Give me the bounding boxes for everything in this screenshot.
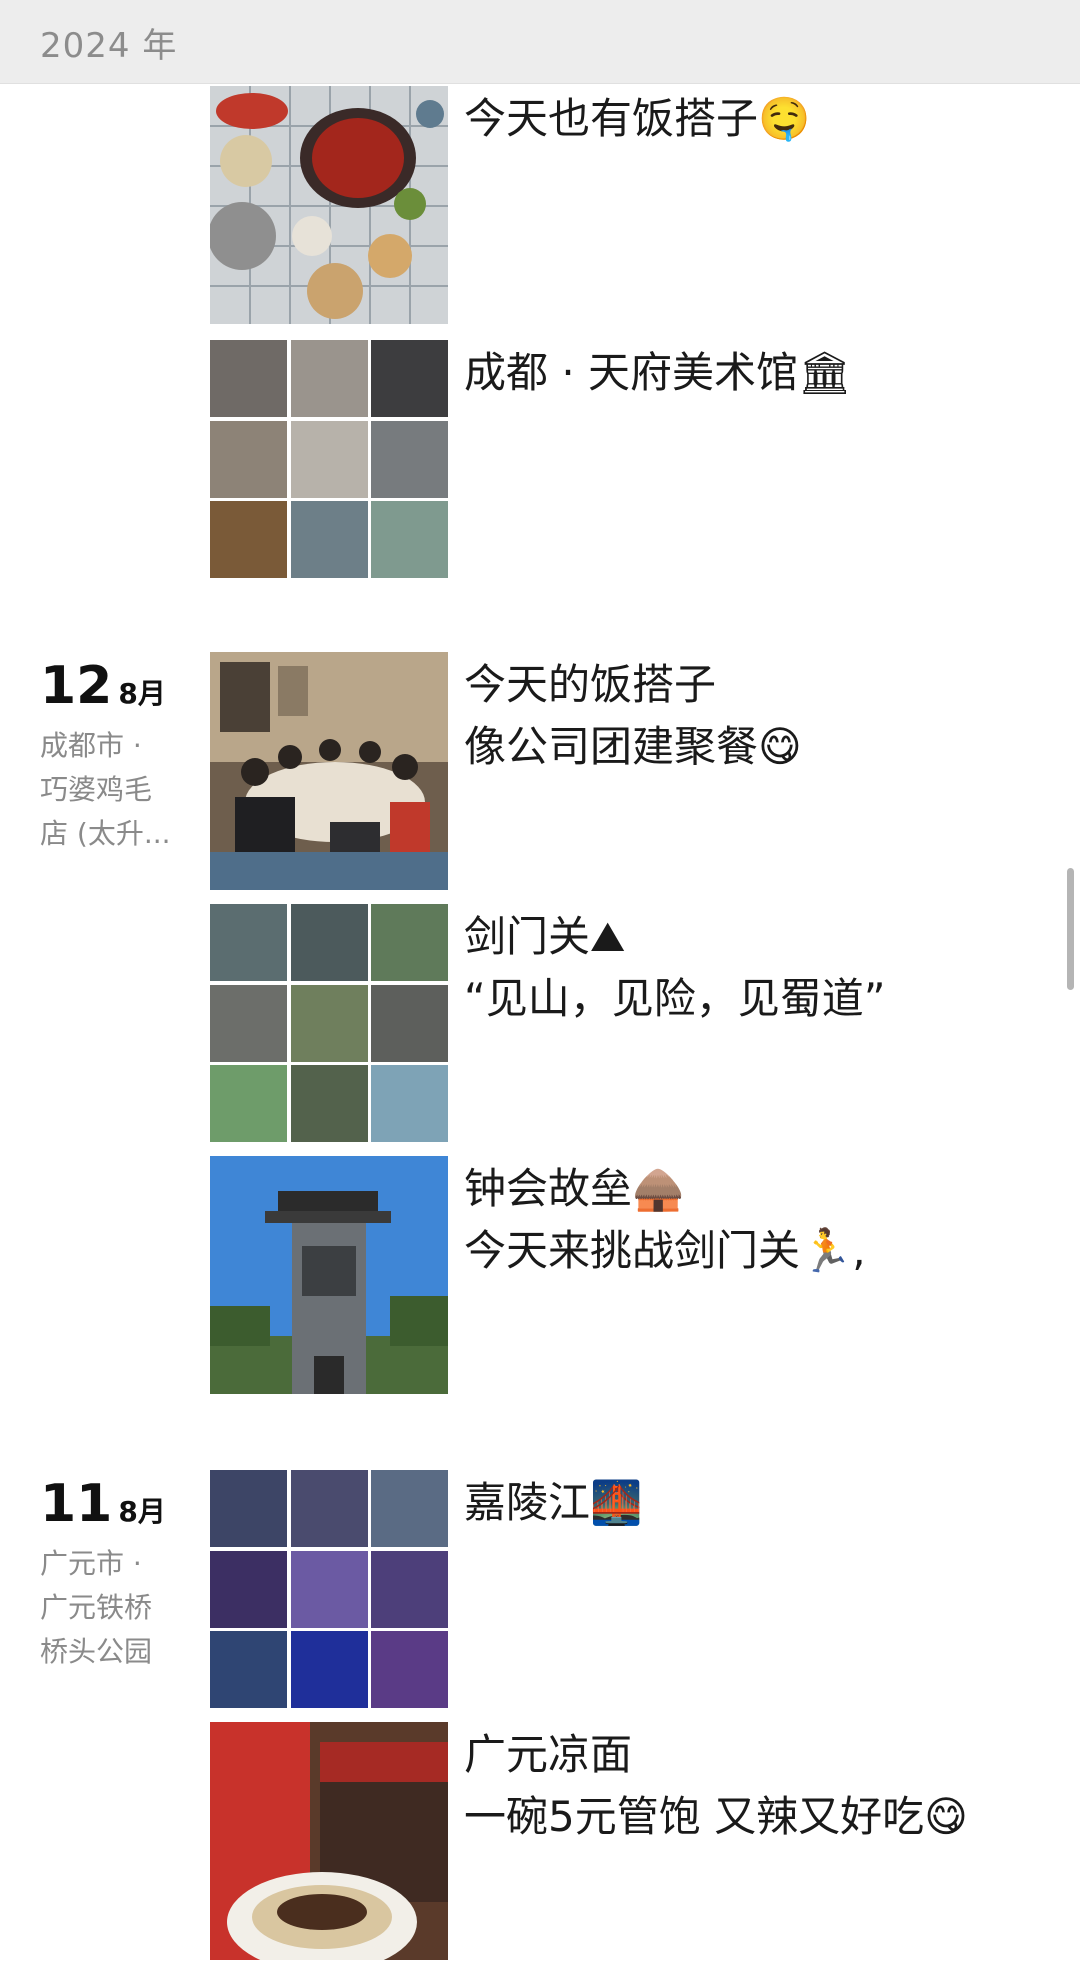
location[interactable]: 成都市 · 巧婆鸡毛 店 (太升... (40, 724, 190, 856)
grid-photo[interactable] (210, 1470, 287, 1547)
caption-line: 广元凉面 (464, 1730, 633, 1779)
grid-photo[interactable] (210, 904, 287, 981)
date-day: 11 (40, 1474, 113, 1534)
grid-photo[interactable] (371, 1065, 448, 1142)
caption-line: 今天来挑战剑门关🏃, (464, 1226, 866, 1275)
date-month: 8月 (118, 677, 166, 710)
grid-photo[interactable] (210, 1631, 287, 1708)
grid-photo[interactable] (290, 984, 368, 1062)
grid-photo[interactable] (290, 420, 368, 498)
grid-photo[interactable] (290, 501, 368, 578)
grid-photo[interactable] (371, 1470, 448, 1547)
grid-photo[interactable] (210, 501, 287, 578)
caption-line: 嘉陵江🌉 (464, 1478, 643, 1527)
grid-photo[interactable] (210, 984, 287, 1062)
location-line: 店 (太升... (40, 817, 171, 850)
date-day: 12 (40, 656, 113, 716)
post-image[interactable] (210, 1156, 448, 1394)
grid-photo[interactable] (290, 1631, 368, 1708)
photo-grid[interactable] (210, 1470, 448, 1708)
location-line: 广元铁桥 (40, 1591, 153, 1624)
caption-line: 成都 · 天府美术馆🏛 (464, 348, 852, 397)
grid-photo[interactable] (290, 340, 368, 417)
grid-photo[interactable] (290, 1470, 368, 1547)
photo-grid[interactable] (210, 340, 448, 578)
location-line: 巧婆鸡毛 (40, 773, 153, 806)
date-block: 11 8月 广元市 · 广元铁桥 桥头公园 (40, 1474, 190, 1674)
post-image[interactable] (210, 652, 448, 890)
year-header: 2024 年 (0, 0, 1080, 84)
location-line: 广元市 · (40, 1547, 142, 1580)
post-caption: 今天的饭搭子 像公司团建聚餐😋 (464, 654, 1080, 778)
grid-photo[interactable] (210, 1550, 287, 1628)
grid-photo[interactable] (371, 340, 448, 417)
caption-line: 今天也有饭搭子🤤 (464, 94, 811, 143)
location-line: 成都市 · (40, 729, 142, 762)
year-label: 2024 年 (40, 26, 178, 66)
grid-photo[interactable] (371, 1631, 448, 1708)
post-caption: 广元凉面 一碗5元管饱 又辣又好吃😋 (464, 1724, 1080, 1848)
date-month: 8月 (118, 1495, 166, 1528)
caption-line: 一碗5元管饱 又辣又好吃😋 (464, 1792, 968, 1841)
grid-photo[interactable] (290, 904, 368, 981)
grid-photo[interactable] (290, 1065, 368, 1142)
grid-photo[interactable] (290, 1550, 368, 1628)
grid-photo[interactable] (371, 1550, 448, 1628)
grid-photo[interactable] (371, 420, 448, 498)
caption-line: 剑门关⛰ (464, 912, 626, 961)
post-caption: 剑门关⛰ “见山，见险，见蜀道” (464, 906, 1080, 1030)
grid-photo[interactable] (371, 984, 448, 1062)
caption-line: 钟会故垒🛖 (464, 1164, 685, 1213)
caption-line: “见山，见险，见蜀道” (464, 974, 886, 1023)
grid-photo[interactable] (210, 1065, 287, 1142)
location-line: 桥头公园 (40, 1635, 153, 1668)
caption-line: 像公司团建聚餐😋 (464, 722, 802, 771)
post-caption: 今天也有饭搭子🤤 (464, 88, 1080, 150)
post-image[interactable] (210, 86, 448, 324)
grid-photo[interactable] (371, 904, 448, 981)
grid-photo[interactable] (210, 340, 287, 417)
caption-line: 今天的饭搭子 (464, 660, 717, 709)
post-caption: 嘉陵江🌉 (464, 1472, 1080, 1534)
post-caption: 钟会故垒🛖 今天来挑战剑门关🏃, (464, 1158, 1080, 1282)
photo-grid[interactable] (210, 904, 448, 1142)
location[interactable]: 广元市 · 广元铁桥 桥头公园 (40, 1542, 190, 1674)
post-image[interactable] (210, 1722, 448, 1960)
grid-photo[interactable] (210, 420, 287, 498)
scrollbar[interactable] (1067, 868, 1074, 990)
date-block: 12 8月 成都市 · 巧婆鸡毛 店 (太升... (40, 656, 190, 856)
grid-photo[interactable] (371, 501, 448, 578)
post-caption: 成都 · 天府美术馆🏛 (464, 342, 1080, 404)
